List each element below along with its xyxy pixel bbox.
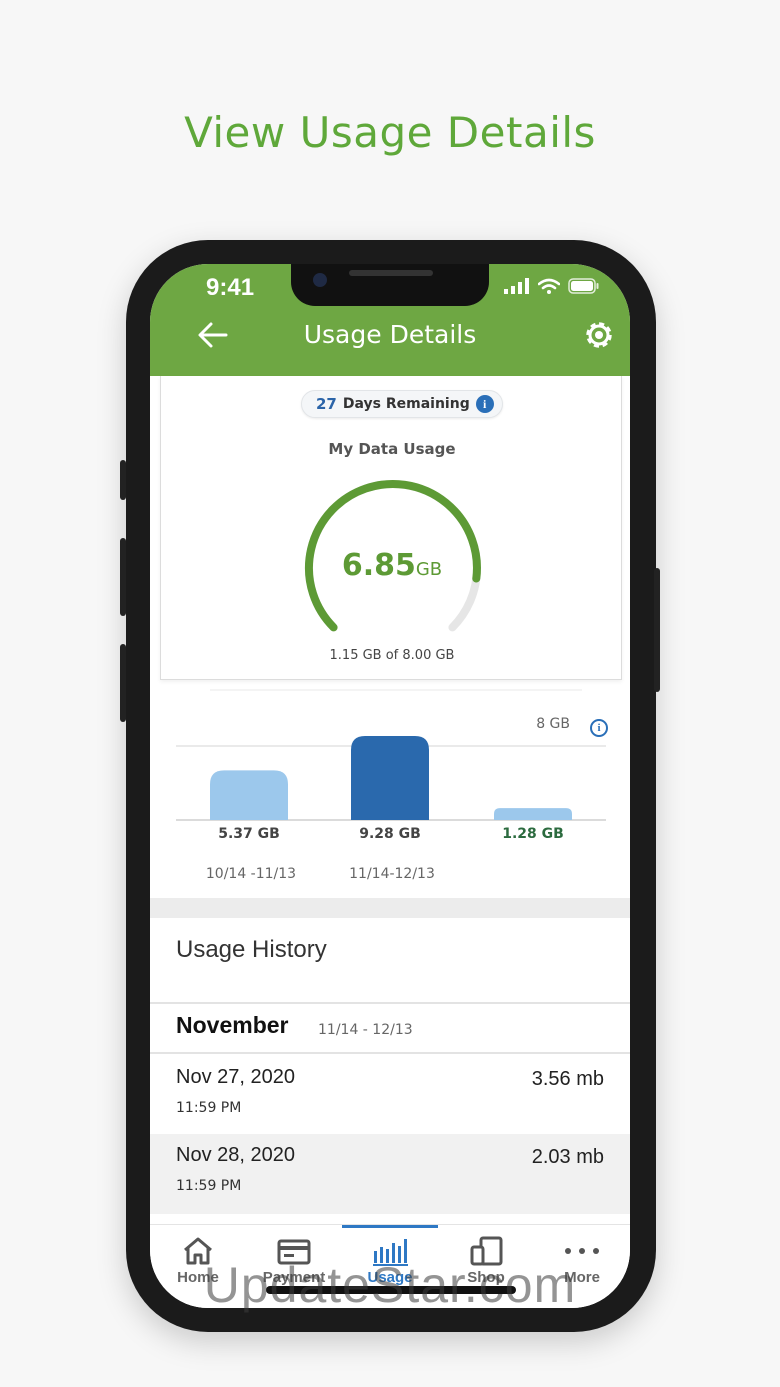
wifi-icon	[538, 278, 560, 294]
gear-icon[interactable]	[582, 318, 616, 352]
tab-usage[interactable]: Usage	[342, 1225, 438, 1308]
gauge-value-unit: GB	[415, 559, 443, 580]
battery-icon	[568, 278, 599, 294]
days-remaining-label: Days Remaining	[342, 396, 470, 412]
status-time: 9:41	[206, 274, 255, 301]
list-item[interactable]: Nov 28, 2020 11:59 PM 2.03 mb	[150, 1134, 630, 1214]
payment-card-icon	[277, 1239, 311, 1265]
phone-volume-up	[120, 538, 126, 616]
tab-more[interactable]: More	[534, 1225, 630, 1308]
phone-volume-down	[120, 644, 126, 722]
bottom-tab-bar: Home Payment Usage Shop More	[150, 1224, 630, 1308]
chart-bar	[210, 770, 288, 820]
list-item[interactable]: Nov 27, 2020 11:59 PM 3.56 mb	[150, 1056, 630, 1136]
home-icon	[184, 1237, 212, 1265]
bar-value-label: 9.28 GB	[359, 826, 421, 842]
gauge-value: 6.85GB	[161, 548, 623, 583]
status-icons	[504, 278, 600, 294]
usage-time: 11:59 PM	[176, 1178, 242, 1194]
tab-shop[interactable]: Shop	[438, 1225, 534, 1308]
tab-shop-label: Shop	[467, 1269, 505, 1286]
month-range: 11/14 - 12/13	[318, 1022, 413, 1038]
days-remaining-count: 27	[316, 395, 337, 413]
days-remaining-badge[interactable]: 27 Days Remaining i	[301, 390, 503, 418]
gauge-value-number: 6.85	[341, 548, 416, 583]
reference-label: 8 GB	[536, 716, 570, 732]
gauge-caption: 1.15 GB of 8.00 GB	[329, 648, 455, 663]
usage-time: 11:59 PM	[176, 1100, 242, 1116]
more-dots-icon	[565, 1248, 599, 1254]
tab-usage-label: Usage	[367, 1269, 413, 1286]
page-title: Usage Details	[303, 320, 477, 349]
phone-mute-switch	[120, 460, 126, 500]
data-usage-card: 27 Days Remaining i My Data Usage 6.85GB…	[160, 376, 622, 680]
usage-amount: 3.56 mb	[531, 1068, 604, 1090]
tab-more-label: More	[564, 1269, 600, 1286]
usage-date: Nov 27, 2020	[176, 1066, 295, 1088]
usage-chart-area: 8 GB 5.37 GB 10/14 -11/13 9.28 GB 11/14-12/1…	[150, 688, 630, 898]
tab-home[interactable]: Home	[150, 1225, 246, 1308]
month-header: November 11/14 - 12/13	[150, 1002, 630, 1054]
bar-value-label: 1.28 GB	[502, 826, 564, 842]
usage-bar-chart: 8 GB 5.37 GB 10/14 -11/13 9.28 GB 11/14-12/1…	[176, 689, 606, 882]
phone-power-button	[654, 568, 660, 692]
chart-bar	[351, 736, 429, 820]
tab-home-label: Home	[177, 1269, 219, 1286]
chart-bar	[494, 808, 572, 820]
home-indicator	[266, 1286, 516, 1294]
devices-icon	[470, 1236, 503, 1266]
usage-history-title: Usage History	[176, 936, 327, 963]
usage-bars-icon	[373, 1239, 408, 1266]
chart-info-icon[interactable]: i	[590, 719, 608, 737]
my-data-usage-label: My Data Usage	[328, 440, 456, 458]
promo-headline: View Usage Details	[184, 108, 596, 157]
usage-date: Nov 28, 2020	[176, 1144, 295, 1166]
phone-screen: 9:41 Usage Details 27 Days Remaining i M…	[150, 264, 630, 1308]
signal-icon	[504, 278, 529, 294]
category-label: 11/14-12/13	[349, 866, 435, 882]
usage-amount: 2.03 mb	[531, 1146, 604, 1168]
info-icon[interactable]: i	[475, 395, 494, 413]
section-divider	[150, 898, 630, 918]
tab-payment[interactable]: Payment	[246, 1225, 342, 1308]
month-name: November	[176, 1012, 289, 1038]
phone-notch	[291, 264, 489, 306]
tab-payment-label: Payment	[262, 1269, 326, 1286]
bar-value-label: 5.37 GB	[218, 826, 280, 842]
category-label: 10/14 -11/13	[206, 866, 296, 882]
